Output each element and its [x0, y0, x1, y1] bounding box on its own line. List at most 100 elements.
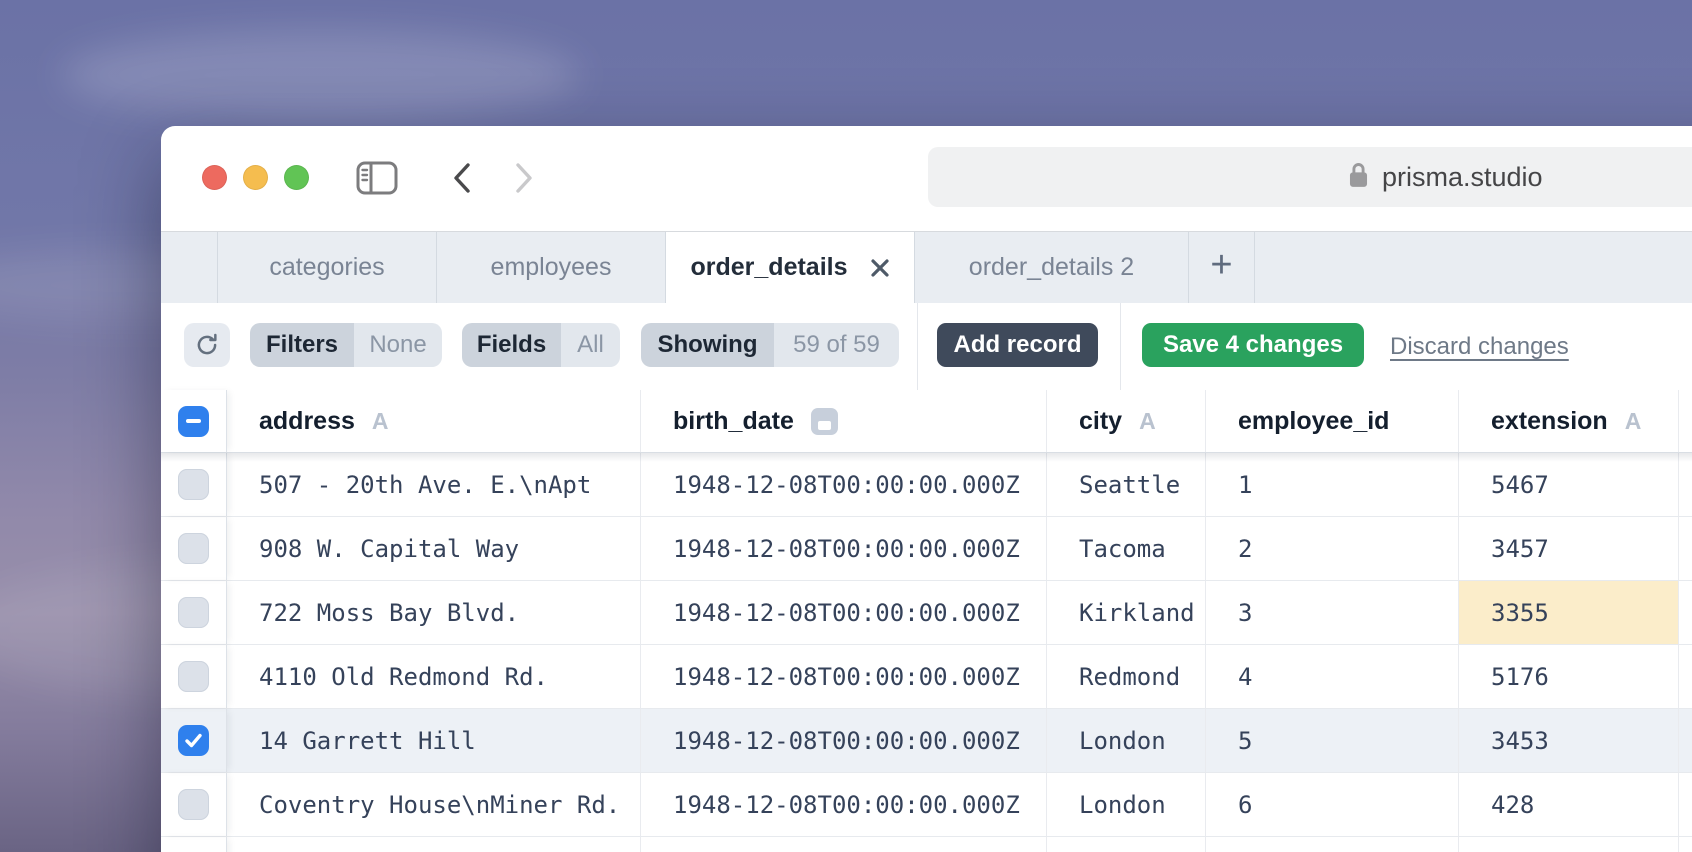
indeterminate-icon [186, 419, 201, 423]
close-window-button[interactable] [202, 165, 227, 190]
back-button[interactable] [449, 160, 475, 196]
cell-city[interactable]: London [1047, 773, 1206, 836]
cell-employee-id[interactable]: 2 [1206, 517, 1459, 580]
cell-address[interactable] [227, 837, 641, 852]
cell-extension[interactable] [1459, 837, 1679, 852]
forward-button[interactable] [511, 160, 537, 196]
tab-bar-fill [1255, 232, 1692, 303]
row-checkbox[interactable] [178, 725, 209, 756]
cell-address[interactable]: Coventry House\nMiner Rd. [227, 773, 641, 836]
cell-city[interactable]: London [1047, 709, 1206, 772]
close-tab-icon[interactable] [870, 258, 890, 278]
row-checkbox[interactable] [178, 661, 209, 692]
cell-extension[interactable]: 5176 [1459, 645, 1679, 708]
filters-label: Filters [250, 323, 354, 367]
string-type-icon: A [372, 408, 389, 435]
table-row: 507 - 20th Ave. E.\nApt1948-12-08T00:00:… [161, 453, 1692, 517]
refresh-button[interactable] [184, 323, 230, 367]
sidebar-toggle-icon[interactable] [356, 160, 398, 196]
save-changes-button[interactable]: Save 4 changes [1142, 323, 1364, 367]
tab-strip: categories employeesorder_detailsorder_de… [218, 232, 1189, 303]
discard-changes-link[interactable]: Discard changes [1390, 303, 1569, 390]
refresh-icon [194, 332, 220, 358]
fields-label: Fields [462, 323, 561, 367]
cell-extension[interactable]: 3453 [1459, 709, 1679, 772]
cell-extension[interactable]: 5467 [1459, 453, 1679, 516]
row-checkbox[interactable] [178, 469, 209, 500]
minimize-window-button[interactable] [243, 165, 268, 190]
cell-address[interactable]: 14 Garrett Hill [227, 709, 641, 772]
row-filler [1679, 517, 1692, 580]
column-header-address[interactable]: addressA [227, 390, 641, 452]
add-record-button[interactable]: Add record [937, 323, 1098, 367]
cell-extension[interactable]: 3355 [1459, 581, 1679, 644]
row-checkbox-cell [161, 517, 227, 580]
cell-employee-id[interactable]: 3 [1206, 581, 1459, 644]
row-filler [1679, 837, 1692, 852]
cell-birth-date[interactable]: 1948-12-08T00:00:00.000Z [641, 453, 1047, 516]
cell-address[interactable]: 722 Moss Bay Blvd. [227, 581, 641, 644]
row-checkbox-cell [161, 581, 227, 644]
cell-birth-date[interactable]: 1948-12-08T00:00:00.000Z [641, 581, 1047, 644]
select-all-checkbox[interactable] [178, 406, 209, 437]
row-checkbox[interactable] [178, 789, 209, 820]
browser-window: prisma.studio categoriesemployeesorder_d… [161, 126, 1692, 852]
cell-city[interactable] [1047, 837, 1206, 852]
cell-address[interactable]: 908 W. Capital Way [227, 517, 641, 580]
row-checkbox-cell [161, 645, 227, 708]
zoom-window-button[interactable] [284, 165, 309, 190]
row-checkbox-cell [161, 773, 227, 836]
row-checkbox[interactable] [178, 597, 209, 628]
cloud [60, 30, 580, 120]
cell-city[interactable]: Tacoma [1047, 517, 1206, 580]
cell-city[interactable]: Redmond [1047, 645, 1206, 708]
showing-label: Showing [641, 323, 774, 367]
cell-city[interactable]: Seattle [1047, 453, 1206, 516]
column-header-birth-date[interactable]: birth_date [641, 390, 1047, 452]
tab-bar-spacer [161, 232, 218, 303]
lock-icon [1348, 161, 1369, 194]
row-filler [1679, 773, 1692, 836]
table-row [161, 837, 1692, 852]
cell-birth-date[interactable] [641, 837, 1047, 852]
fields-control[interactable]: Fields All [462, 323, 620, 367]
cell-birth-date[interactable]: 1948-12-08T00:00:00.000Z [641, 773, 1047, 836]
row-checkbox-cell [161, 837, 227, 852]
toolbar: Filters None Fields All Showing 59 of 59… [161, 303, 1692, 390]
cell-address[interactable]: 507 - 20th Ave. E.\nApt [227, 453, 641, 516]
cell-extension[interactable]: 3457 [1459, 517, 1679, 580]
cell-employee-id[interactable] [1206, 837, 1459, 852]
tab-order-details-2[interactable]: order_details 2 [915, 232, 1189, 303]
header-row: addressA birth_date city Aemployee_idextens… [161, 390, 1692, 453]
cell-birth-date[interactable]: 1948-12-08T00:00:00.000Z [641, 645, 1047, 708]
cell-birth-date[interactable]: 1948-12-08T00:00:00.000Z [641, 517, 1047, 580]
row-checkbox[interactable] [178, 533, 209, 564]
column-header-employee-id[interactable]: employee_id [1206, 390, 1459, 452]
cell-address[interactable]: 4110 Old Redmond Rd. [227, 645, 641, 708]
column-label: city [1079, 407, 1122, 436]
cell-employee-id[interactable]: 1 [1206, 453, 1459, 516]
cell-employee-id[interactable]: 6 [1206, 773, 1459, 836]
cell-employee-id[interactable]: 4 [1206, 645, 1459, 708]
row-filler [1679, 453, 1692, 516]
column-label: birth_date [673, 407, 794, 436]
filters-control[interactable]: Filters None [250, 323, 442, 367]
data-table: addressA birth_date city Aemployee_idextens… [161, 390, 1692, 852]
check-icon [183, 730, 204, 751]
cell-city[interactable]: Kirkland [1047, 581, 1206, 644]
cell-extension[interactable]: 428 [1459, 773, 1679, 836]
new-tab-button[interactable]: + [1189, 232, 1255, 303]
column-header-city[interactable]: city A [1047, 390, 1206, 452]
tab-employees[interactable]: employees [437, 232, 666, 303]
tab-order-details[interactable]: order_details [666, 232, 915, 303]
cell-employee-id[interactable]: 5 [1206, 709, 1459, 772]
row-checkbox-cell [161, 709, 227, 772]
tab-categories[interactable]: categories [218, 232, 437, 303]
address-bar[interactable]: prisma.studio [928, 147, 1692, 207]
column-header-extension[interactable]: extensionA [1459, 390, 1679, 452]
showing-control[interactable]: Showing 59 of 59 [641, 323, 899, 367]
tab-label: categories [269, 253, 384, 282]
cell-birth-date[interactable]: 1948-12-08T00:00:00.000Z [641, 709, 1047, 772]
string-type-icon: A [1625, 408, 1642, 435]
string-type-icon: A [1139, 408, 1156, 435]
